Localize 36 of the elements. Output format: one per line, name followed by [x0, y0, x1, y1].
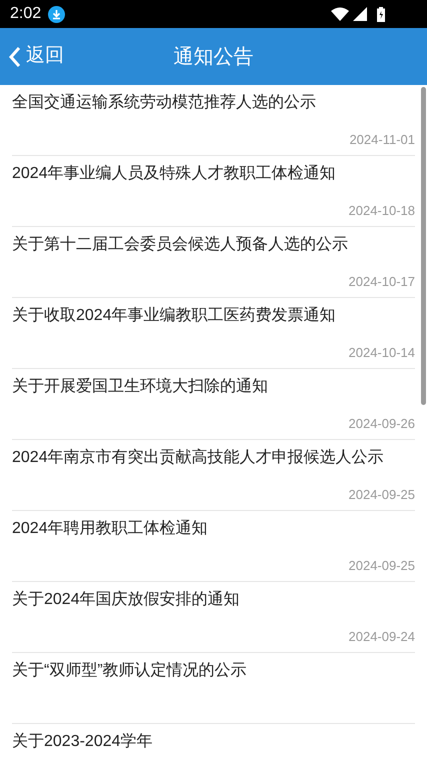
notice-title: 2024年聘用教职工体检通知: [12, 518, 209, 539]
status-time: 2:02: [10, 4, 42, 24]
notice-date: 2024-10-18: [348, 203, 415, 219]
notice-item[interactable]: 关于2024年国庆放假安排的通知 2024-09-24: [12, 582, 415, 653]
notice-item[interactable]: 2024年事业编人员及特殊人才教职工体检通知 2024-10-18: [12, 156, 415, 227]
notice-title: 关于开展爱国卫生环境大扫除的通知: [12, 376, 269, 397]
notice-title: 2024年事业编人员及特殊人才教职工体检通知: [12, 164, 337, 184]
notice-date: 2024-09-26: [348, 416, 415, 432]
chevron-left-icon: [8, 46, 22, 68]
notice-item[interactable]: 关于第十二届工会委员会候选人预备人选的公示 2024-10-17: [12, 227, 415, 298]
notice-date: 2024-10-14: [348, 345, 415, 361]
notice-date: 2024-11-01: [349, 132, 415, 148]
notice-date: 2024-09-24: [348, 629, 415, 645]
notice-date: 2024-09-25: [348, 487, 415, 503]
wifi-icon: [331, 7, 349, 21]
notice-date: 2024-09-25: [348, 558, 415, 574]
notice-item[interactable]: 关于收取2024年事业编教职工医药费发票通知 2024-10-14: [12, 298, 415, 369]
notice-title: 关于收取2024年事业编教职工医药费发票通知: [12, 306, 337, 326]
notice-item[interactable]: 全国交通运输系统劳动模范推荐人选的公示 2024-11-01: [12, 85, 415, 156]
notice-title: 关于第十二届工会委员会候选人预备人选的公示: [12, 234, 349, 255]
download-icon: [48, 6, 66, 22]
signal-icon: [353, 7, 367, 21]
notice-title: 关于2023-2024学年: [12, 732, 154, 752]
notice-item[interactable]: 关于开展爱国卫生环境大扫除的通知 2024-09-26: [12, 369, 415, 440]
notice-title: 2024年南京市有突出贡献高技能人才申报候选人公示: [12, 448, 385, 468]
notice-item[interactable]: 关于2023-2024学年: [12, 724, 415, 759]
notice-item[interactable]: 关于“双师型”教师认定情况的公示: [12, 653, 415, 724]
notice-title: 关于“双师型”教师认定情况的公示: [12, 660, 248, 681]
battery-icon: [377, 6, 385, 22]
notice-item[interactable]: 2024年聘用教职工体检通知 2024-09-25: [12, 511, 415, 582]
notice-item[interactable]: 2024年南京市有突出贡献高技能人才申报候选人公示 2024-09-25: [12, 440, 415, 511]
notice-title: 关于2024年国庆放假安排的通知: [12, 590, 241, 610]
notice-title: 全国交通运输系统劳动模范推荐人选的公示: [12, 92, 317, 113]
back-button[interactable]: 返回: [0, 42, 64, 71]
notice-date: 2024-10-17: [348, 274, 415, 290]
page-title: 通知公告: [174, 44, 254, 70]
